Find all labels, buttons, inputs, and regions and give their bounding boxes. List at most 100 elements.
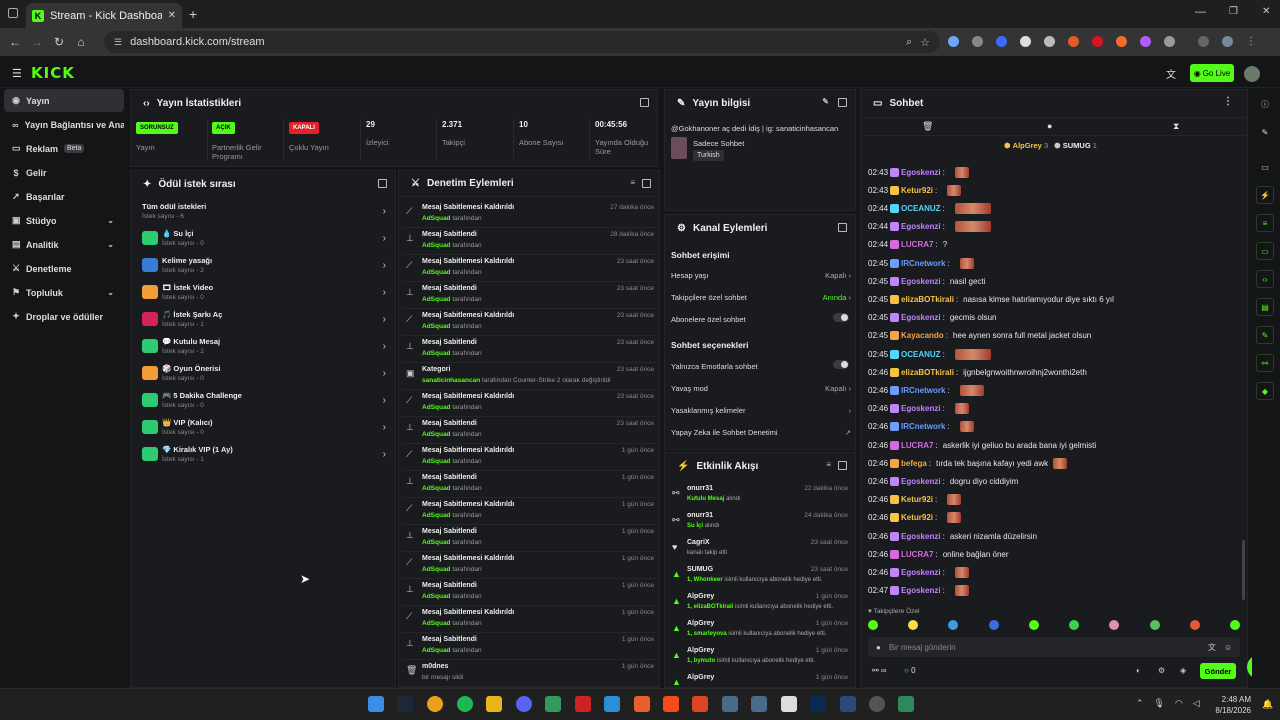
discord-icon[interactable] <box>516 696 532 712</box>
chat-message[interactable]: 02:46 LUCRA7: online bağlan öner <box>868 546 1238 562</box>
moderation-item[interactable]: 🗑 m0dnes bir mesajı sildi 1 gün önce <box>402 660 658 687</box>
close-window-icon[interactable]: ✕ <box>1262 6 1270 17</box>
moderation-item[interactable]: ⊥ Mesaj Sabitlendi AdSquad tarafından 1 gün… <box>402 525 658 552</box>
server-icon[interactable]: ▤ <box>1256 298 1274 316</box>
chat-username[interactable]: Egoskenzi <box>901 313 941 322</box>
subs-only-toggle[interactable] <box>833 313 849 322</box>
chat-message[interactable]: 02:46 Egoskenzi: <box>868 401 1238 417</box>
chat-message[interactable]: 02:43 Egoskenzi: <box>868 164 1238 180</box>
profile-avatar-icon[interactable] <box>1222 36 1233 47</box>
chat-input[interactable]: ● Bir mesaj gönderin 文 ☺ <box>868 637 1240 657</box>
link-icon[interactable]: ⚯ ∞ <box>872 666 887 675</box>
address-bar[interactable]: ☰ dashboard.kick.com/stream ⌕ ☆ <box>104 31 940 53</box>
chat-message[interactable]: 02:46 Egoskenzi: <box>868 564 1238 580</box>
chevron-up-icon[interactable]: ⌃ <box>1136 698 1144 709</box>
followers-only-row[interactable]: Takipçilere özel sohbet Anında › <box>671 293 851 302</box>
chat-message[interactable]: 02:45 IRCnetwork: <box>868 255 1238 271</box>
sidebar-item-analitik[interactable]: ▤ Analitik ⌄ <box>4 233 124 256</box>
wrench-icon[interactable]: ✎ <box>1256 326 1274 344</box>
chat-scrollbar[interactable] <box>1242 540 1245 600</box>
moderation-item[interactable]: ⊥ Mesaj Sabitlendi AdSquad tarafından 28 da… <box>402 228 658 255</box>
moderation-item[interactable]: ⟋ Mesaj Sabitlemesi Kaldırıldı AdSquad tar… <box>402 255 658 282</box>
hourglass-icon[interactable]: ⧗ <box>1173 121 1179 132</box>
chat-username[interactable]: Egoskenzi <box>901 568 941 577</box>
reward-item[interactable]: Kelime yasağı İstek sayısı - 2 › <box>142 256 386 283</box>
zoom-icon[interactable]: ⌕ <box>906 36 912 49</box>
chat-username[interactable]: Egoskenzi <box>901 277 941 286</box>
reward-item[interactable]: 🎲 Oyun Önerisi İstek sayısı - 0 › <box>142 364 386 391</box>
pin-icon[interactable]: ● <box>876 643 881 652</box>
extension-icon[interactable] <box>1092 36 1103 47</box>
chat-message[interactable]: 02:46 Ketur92i: <box>868 492 1238 508</box>
app-icon[interactable] <box>751 696 767 712</box>
leader-entry[interactable]: ⬢ SUMUG 1 <box>1054 141 1097 150</box>
chat-username[interactable]: Ketur92i <box>901 513 933 522</box>
moderation-item[interactable]: ⟋ Mesaj Sabitlemesi Kaldırıldı AdSquad tar… <box>402 498 658 525</box>
wifi-icon[interactable]: ◠ <box>1175 698 1183 709</box>
moderation-item[interactable]: ⟋ Mesaj Sabitlemesi Kaldırıldı AdSquad tar… <box>402 606 658 633</box>
expand-icon[interactable] <box>378 179 387 188</box>
app-icon[interactable] <box>634 696 650 712</box>
banned-words-row[interactable]: Yasaklanmış kelimeler › <box>671 406 851 415</box>
chat-message[interactable]: 02:46 LUCRA7: askerlik iyi geliuo bu arada… <box>868 437 1238 453</box>
chat-message[interactable]: 02:43 Ketur92i: <box>868 182 1238 198</box>
chat-username[interactable]: Egoskenzi <box>901 532 941 541</box>
expand-icon[interactable] <box>838 223 847 232</box>
chat-message[interactable]: 02:46 IRCnetwork: <box>868 382 1238 398</box>
chat-bubble-icon[interactable]: ● <box>1047 121 1052 131</box>
emote-icon[interactable] <box>1189 620 1200 630</box>
chat-message[interactable]: 02:46 befega: tırda tek başına kafayı yedi… <box>868 455 1238 471</box>
sidebar-item-droplar[interactable]: ✦ Droplar ve ödüller <box>4 305 124 328</box>
reward-item[interactable]: 💎 Kiralık VIP (1 Ay) İstek sayısı - 1 › <box>142 445 386 472</box>
lightning-icon[interactable]: ⚡ <box>1256 186 1274 204</box>
emote-icon[interactable] <box>868 620 878 630</box>
activity-item[interactable]: ⚯ onurr31 Kutulu Mesaj alındı 22 dakika önc… <box>668 484 852 511</box>
moderation-item[interactable]: ⟋ Mesaj Sabitlemesi Kaldırıldı AdSquad tar… <box>402 201 658 228</box>
chat-username[interactable]: LUCRA7 <box>901 240 933 249</box>
notification-icon[interactable]: 🔔 <box>1262 699 1273 710</box>
chat-message[interactable]: 02:46 IRCnetwork: <box>868 419 1238 435</box>
app-icon[interactable] <box>840 696 856 712</box>
chat-username[interactable]: Egoskenzi <box>901 404 941 413</box>
more-menu-icon[interactable]: ⋮ <box>1246 36 1256 47</box>
sidebar-item-stream-key[interactable]: ∞ Yayın Bağlantısı ve Anahtarı <box>4 113 124 136</box>
extension-icon[interactable] <box>948 36 959 47</box>
chat-username[interactable]: Ketur92i <box>901 495 933 504</box>
moderation-item[interactable]: ⟋ Mesaj Sabitlemesi Kaldırıldı AdSquad tar… <box>402 390 658 417</box>
chat-username[interactable]: elizaBOTkirali <box>901 368 954 377</box>
moderation-item[interactable]: ⊥ Mesaj Sabitlendi AdSquad tarafından 23 sa… <box>402 417 658 444</box>
translate-icon[interactable]: 文 <box>1208 642 1216 653</box>
chat-message[interactable]: 02:45 elizaBOTkirali: nasısa kimse hatırla… <box>868 291 1238 307</box>
user-avatar[interactable] <box>1244 66 1260 82</box>
chat-username[interactable]: IRCnetwork <box>901 259 945 268</box>
chat-username[interactable]: Egoskenzi <box>901 222 941 231</box>
emote-icon[interactable] <box>948 620 959 630</box>
app-icon[interactable] <box>575 696 591 712</box>
emote-picker-icon[interactable]: ◈ <box>1180 666 1186 675</box>
settings-icon[interactable]: ⚙ <box>1158 666 1165 675</box>
extension-icon[interactable] <box>1068 36 1079 47</box>
app-icon[interactable] <box>692 696 708 712</box>
app-icon[interactable] <box>604 696 620 712</box>
reward-item[interactable]: 💧 Su İçi İstek sayısı - 0 › <box>142 229 386 256</box>
app-icon[interactable] <box>545 696 561 712</box>
app-icon[interactable] <box>869 696 885 712</box>
activity-item[interactable]: ▲ SUMUG 1, Whonkeer isimli kullanıcıya abo… <box>668 565 852 592</box>
emote-icon[interactable] <box>1149 620 1160 630</box>
diamond-icon[interactable]: ◆ <box>1256 382 1274 400</box>
chat-message[interactable]: 02:45 Egoskenzi: nasil gecti <box>868 273 1238 289</box>
code-icon[interactable]: ‹› <box>1256 270 1274 288</box>
site-info-icon[interactable]: ☰ <box>114 37 122 48</box>
chat-message[interactable]: 02:45 OCEANUZ: <box>868 346 1238 362</box>
extension-icon[interactable] <box>1116 36 1127 47</box>
sidebar-item-studyo[interactable]: ▣ Stüdyo ⌄ <box>4 209 124 232</box>
chat-username[interactable]: IRCnetwork <box>901 386 945 395</box>
expand-icon[interactable] <box>642 179 651 188</box>
moderation-item[interactable]: ⊥ Mesaj Sabitlendi AdSquad tarafından 23 sa… <box>402 336 658 363</box>
chat-icon[interactable]: ▭ <box>1256 242 1274 260</box>
reward-item[interactable]: 🎞 İstek Video İstek sayısı - 0 › <box>142 283 386 310</box>
app-icon[interactable] <box>898 696 914 712</box>
chat-username[interactable]: Kayacando <box>901 331 944 340</box>
moderation-item[interactable]: ⟋ Mesaj Sabitlemesi Kaldırıldı AdSquad tar… <box>402 444 658 471</box>
new-tab-icon[interactable]: + <box>189 6 197 22</box>
